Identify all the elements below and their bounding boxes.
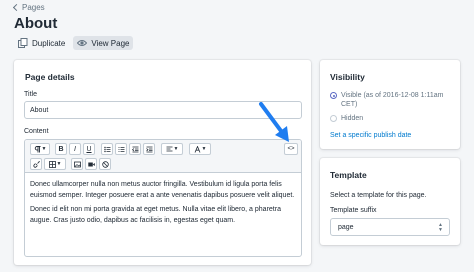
caret-down-icon: ▼	[201, 146, 207, 152]
align-left-icon	[166, 146, 173, 151]
chevron-left-icon	[12, 3, 21, 12]
format-dropdown[interactable]: ▼	[30, 143, 50, 155]
clear-formatting-button[interactable]	[99, 158, 111, 170]
bold-button[interactable]: B	[55, 143, 67, 155]
breadcrumb[interactable]: Pages	[12, 3, 45, 12]
text-color-dropdown[interactable]: ▼	[189, 143, 211, 155]
paragraph-icon	[34, 145, 41, 152]
template-heading: Template	[330, 170, 367, 180]
content-editor[interactable]: ▼ B I U ▼ ▼ <> ▼ Donec ullamcorper nulla…	[24, 139, 302, 257]
caret-down-icon: ▼	[41, 146, 47, 152]
page-actions: Duplicate View Page	[14, 36, 134, 50]
select-arrows-icon: ▲ ▼	[438, 222, 443, 233]
duplicate-icon	[18, 38, 28, 48]
visible-radio[interactable]	[330, 92, 337, 99]
outdent-button[interactable]	[129, 143, 141, 155]
publish-date-link[interactable]: Set a specific publish date	[330, 132, 411, 139]
hidden-option-label: Hidden	[341, 115, 364, 122]
underline-button[interactable]: U	[83, 143, 95, 155]
content-label: Content	[24, 128, 49, 135]
bulleted-list-icon	[103, 146, 110, 152]
page-title: About	[14, 15, 58, 32]
numbered-list-icon	[118, 146, 124, 152]
breadcrumb-pages-link[interactable]: Pages	[22, 3, 45, 12]
visible-option-line: Visible (as of 2016-12-08 1:11am	[341, 92, 444, 99]
insert-video-button[interactable]	[85, 158, 97, 170]
code-view-button[interactable]: <>	[284, 143, 298, 155]
numbered-list-button[interactable]	[115, 143, 127, 155]
title-label: Title	[24, 91, 37, 98]
template-description: Select a template for this page.	[330, 192, 427, 199]
visible-option-line: CET)	[341, 101, 358, 108]
table-dropdown[interactable]: ▼	[44, 158, 66, 170]
video-icon	[87, 162, 95, 166]
indent-icon	[145, 146, 152, 152]
image-icon	[73, 161, 81, 167]
page-details-heading: Page details	[25, 72, 75, 82]
view-page-button[interactable]: View Page	[73, 36, 134, 50]
visible-option-label: Visible (as of 2016-12-08 1:11am CET)	[341, 91, 443, 109]
view-page-label: View Page	[91, 38, 130, 48]
outdent-icon	[131, 146, 138, 152]
duplicate-button[interactable]: Duplicate	[14, 36, 69, 50]
italic-button[interactable]: I	[69, 143, 81, 155]
link-button[interactable]	[30, 158, 42, 170]
duplicate-label: Duplicate	[32, 38, 66, 48]
content-paragraph: Donec ullamcorper nulla non metus auctor…	[30, 181, 295, 199]
visibility-heading: Visibility	[330, 72, 365, 82]
content-paragraph: Donec id elit non mi porta gravida at eg…	[30, 206, 281, 224]
align-dropdown[interactable]: ▼	[161, 143, 183, 155]
table-icon	[48, 160, 56, 168]
bulleted-list-button[interactable]	[101, 143, 113, 155]
clear-formatting-icon	[101, 160, 109, 168]
template-suffix-value: page	[338, 224, 354, 231]
insert-image-button[interactable]	[71, 158, 83, 170]
template-suffix-select[interactable]: page ▲ ▼	[330, 218, 450, 236]
template-suffix-label: Template suffix	[330, 207, 377, 214]
hidden-radio[interactable]	[330, 115, 337, 122]
caret-down-icon: ▼	[173, 146, 179, 152]
editor-toolbar: ▼ B I U ▼ ▼ <> ▼	[25, 140, 301, 173]
indent-button[interactable]	[143, 143, 155, 155]
annotation-arrow-icon	[259, 102, 289, 142]
eye-icon	[77, 40, 88, 46]
caret-down-icon: ▼	[56, 161, 62, 167]
text-color-icon	[194, 145, 200, 153]
editor-content[interactable]: Donec ullamcorper nulla non metus auctor…	[30, 179, 296, 229]
link-icon	[32, 160, 40, 168]
